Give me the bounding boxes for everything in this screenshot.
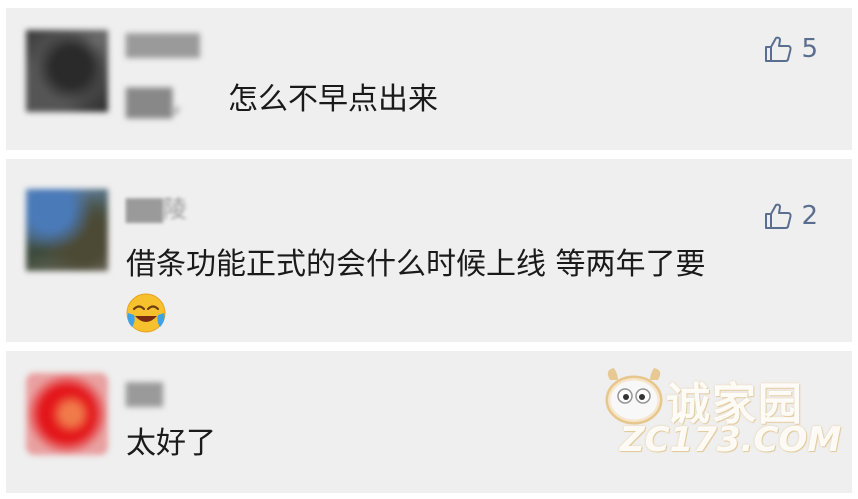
comment-text: 借条功能正式的会什么时候上线 等两年了要 xyxy=(126,247,706,282)
username[interactable]: ▇▇陵 xyxy=(126,195,187,223)
comment-item: ▇▇▇▇ ▇▇, 怎么不早点出来 5 xyxy=(6,8,852,150)
blurred-mention: ▇▇, xyxy=(126,84,182,119)
avatar[interactable] xyxy=(26,373,108,455)
avatar[interactable] xyxy=(26,30,108,112)
comment-item: ▇▇陵 借条功能正式的会什么时候上线 等两年了要 2 xyxy=(6,159,852,342)
avatar[interactable] xyxy=(26,189,108,271)
comment-text: 太好了 xyxy=(126,426,216,461)
username[interactable]: ▇▇▇▇ xyxy=(126,30,200,58)
comments-page: ▇▇▇▇ ▇▇, 怎么不早点出来 5 ▇▇陵 借条功能正式的会什么时候上线 等两… xyxy=(0,0,858,499)
comment-item: ▇▇ 太好了 xyxy=(6,351,852,493)
comment-text: 怎么不早点出来 xyxy=(228,82,438,117)
crying-laughing-emoji xyxy=(126,293,166,333)
thumbs-up-icon xyxy=(765,36,793,62)
like-button[interactable]: 5 xyxy=(763,32,818,66)
username[interactable]: ▇▇ xyxy=(126,379,163,407)
like-count: 5 xyxy=(801,34,818,64)
like-button[interactable]: 2 xyxy=(763,199,818,233)
like-count: 2 xyxy=(801,201,818,231)
thumbs-up-icon xyxy=(765,203,793,229)
